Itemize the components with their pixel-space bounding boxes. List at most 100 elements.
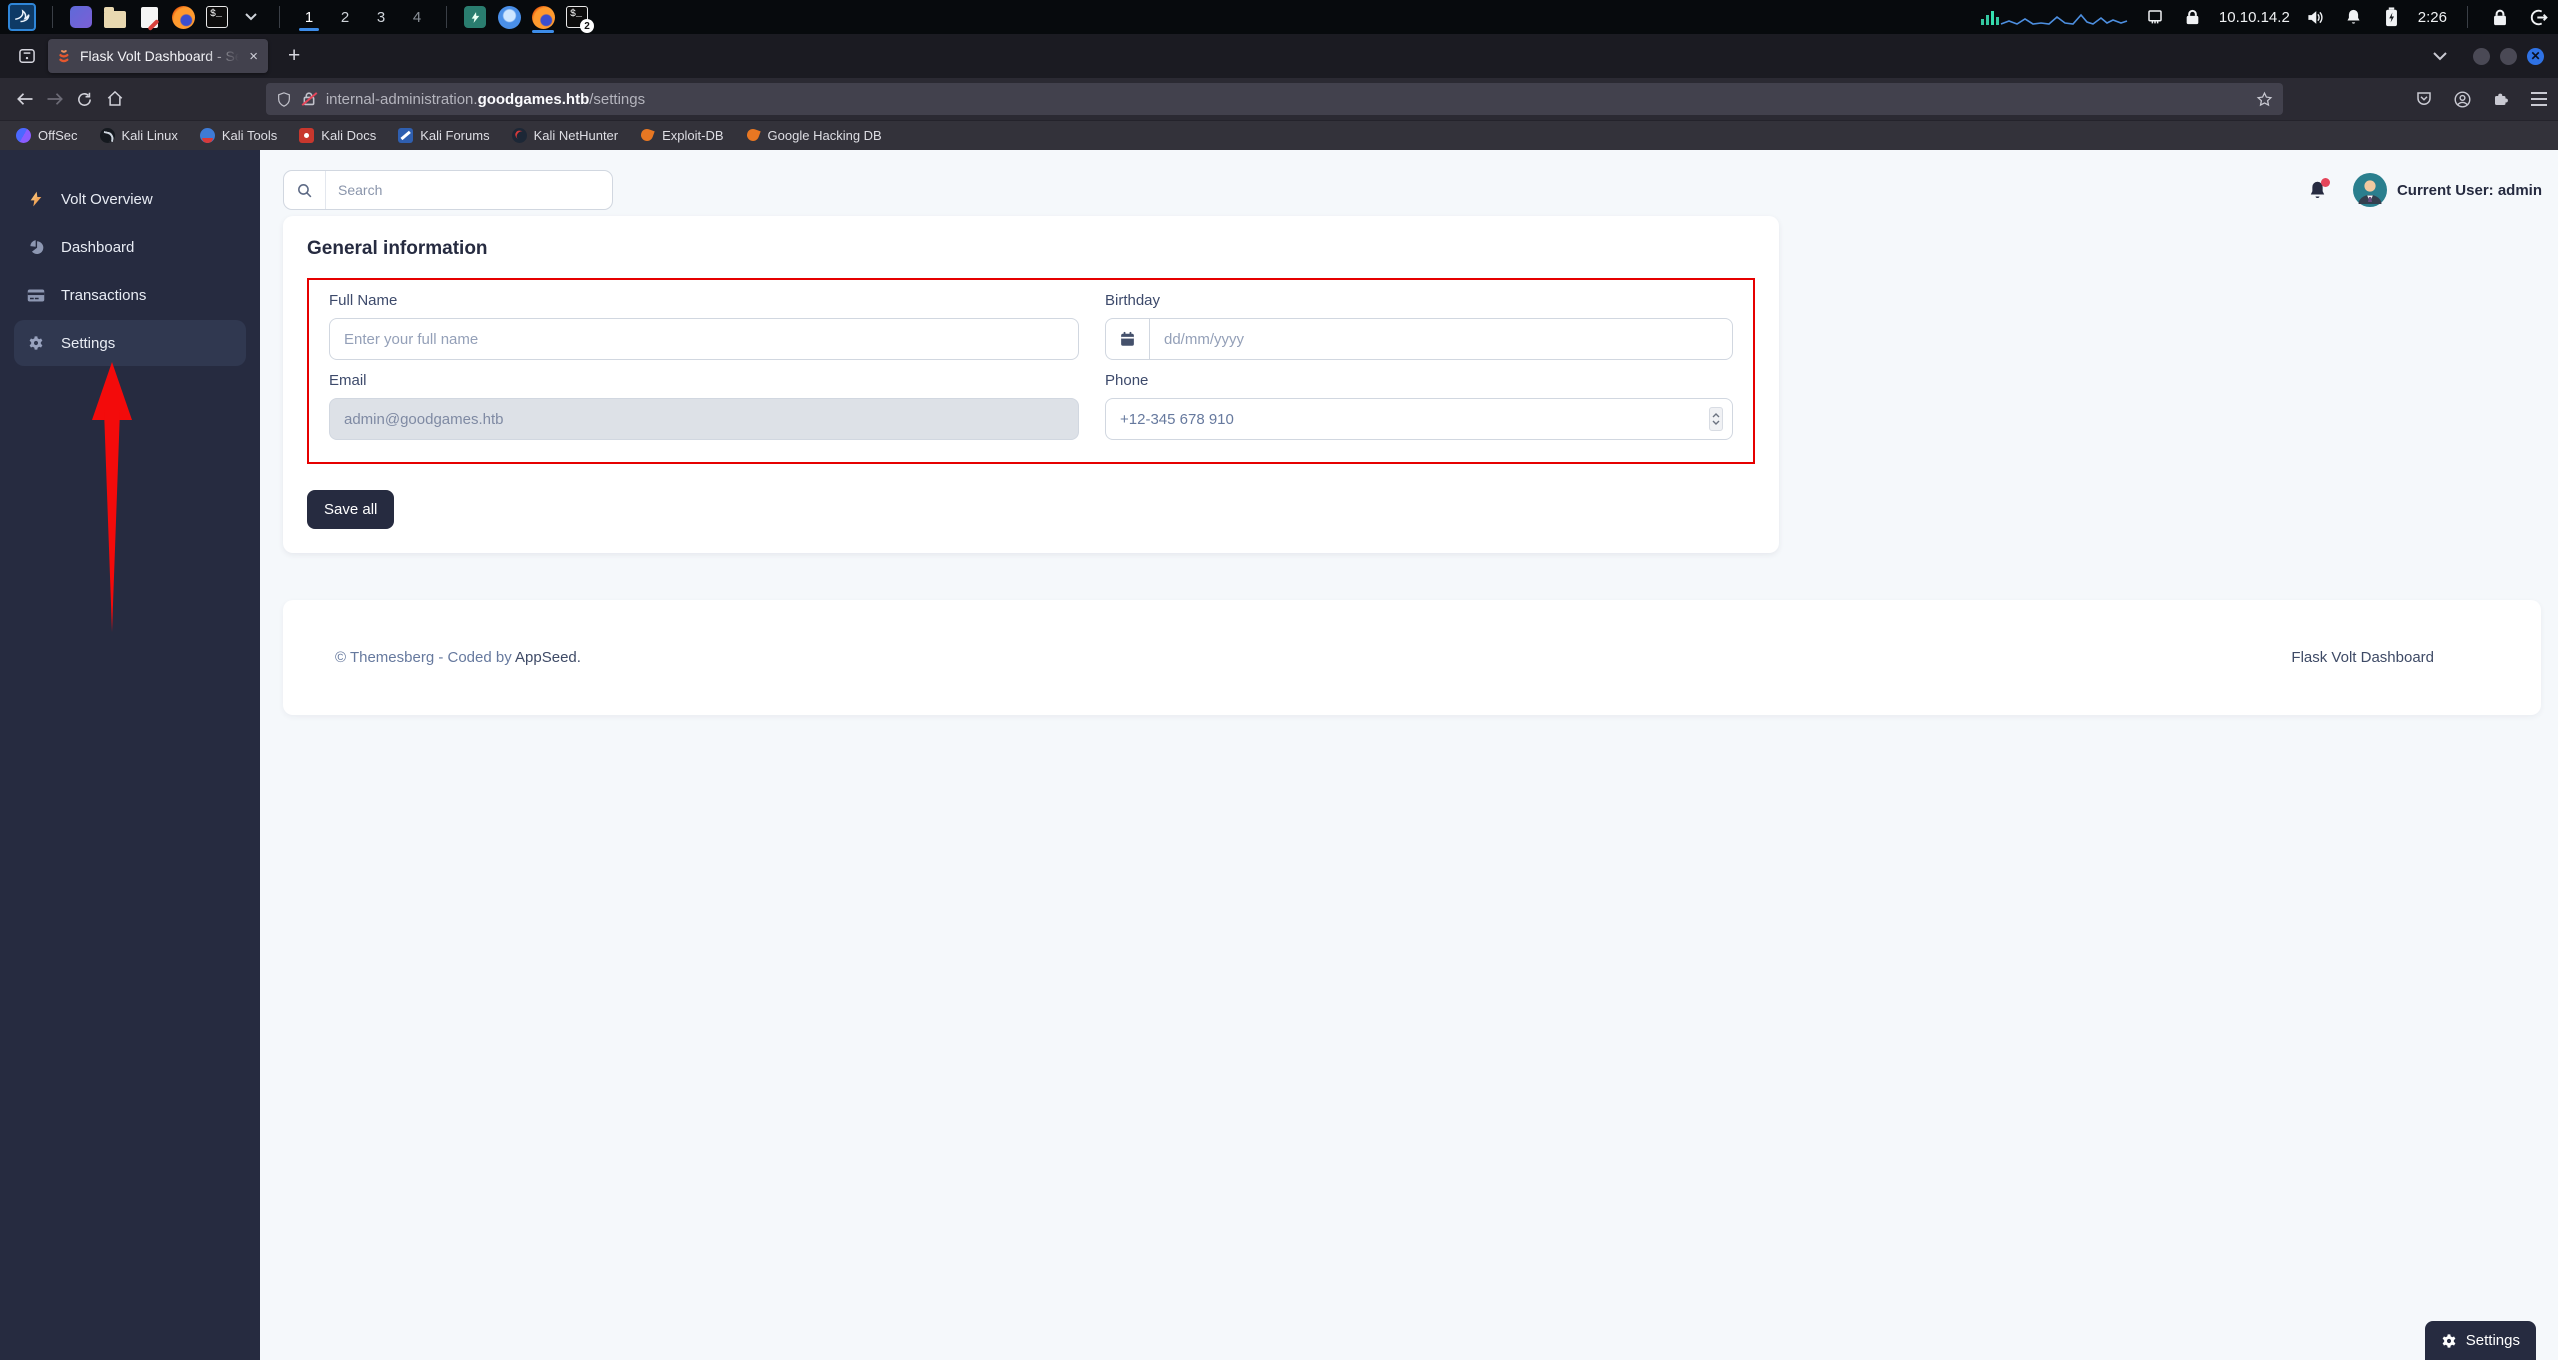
firefox-view-icon[interactable]: [12, 41, 42, 71]
clock[interactable]: 2:26: [2418, 9, 2447, 26]
bookmark-kali-forums[interactable]: Kali Forums: [398, 128, 490, 143]
terminal-window-icon[interactable]: $_ 2: [565, 5, 594, 33]
birthday-input[interactable]: [1150, 319, 1732, 359]
browser-nav-bar: internal-administration.goodgames.htb/se…: [0, 78, 2558, 120]
lock-screen-icon[interactable]: [2488, 5, 2512, 29]
logout-icon[interactable]: [2526, 5, 2550, 29]
terminal-icon[interactable]: $_: [205, 5, 229, 29]
divider: [2467, 6, 2468, 28]
workspace-2[interactable]: 2: [332, 3, 358, 31]
bookmark-kali-linux[interactable]: Kali Linux: [99, 128, 178, 143]
ip-address: 10.10.14.2: [2218, 8, 2290, 26]
divider: [446, 6, 447, 28]
sidebar-item-settings[interactable]: Settings: [14, 320, 246, 366]
extensions-icon[interactable]: [2492, 90, 2510, 108]
user-avatar[interactable]: [2352, 173, 2387, 207]
search-input[interactable]: [326, 182, 612, 198]
bookmark-kali-tools[interactable]: Kali Tools: [199, 128, 277, 143]
full-name-label: Full Name: [329, 292, 398, 309]
kali-forums-icon: [398, 128, 414, 143]
vpn-lock-icon[interactable]: [2181, 5, 2205, 29]
chromium-icon[interactable]: [497, 5, 521, 29]
full-name-input[interactable]: [330, 319, 1078, 359]
workspace-3[interactable]: 3: [368, 3, 394, 31]
kali-menu-icon[interactable]: [8, 3, 36, 31]
volt-favicon: [56, 48, 72, 64]
bookmark-exploit-db[interactable]: Exploit-DB: [640, 128, 723, 143]
list-all-tabs-icon[interactable]: [2433, 51, 2447, 61]
pie-chart-icon: [26, 239, 46, 256]
sidebar-item-label: Transactions: [61, 286, 147, 304]
general-information-card: General information Full Name Birthday: [283, 216, 1779, 553]
pocket-icon[interactable]: [2415, 90, 2433, 108]
kali-docs-icon: [299, 128, 315, 143]
maximize-button[interactable]: [2500, 47, 2517, 65]
sidebar-item-label: Volt Overview: [61, 190, 153, 208]
page-viewport: Volt Overview Dashboard Transactions Set…: [0, 150, 2558, 1360]
text-editor-icon[interactable]: [137, 5, 161, 29]
account-icon[interactable]: [2453, 90, 2472, 109]
system-taskbar: $_ 1 2 3 4 $_ 2 10.10.14.2 2:26: [0, 0, 2558, 34]
email-input: [330, 399, 1078, 439]
forward-icon[interactable]: [40, 84, 70, 114]
offsec-icon: [16, 128, 31, 143]
menu-hamburger-icon[interactable]: [2530, 92, 2548, 106]
page-footer: © Themesberg - Coded by AppSeed. Flask V…: [283, 600, 2541, 715]
tracking-shield-icon[interactable]: [276, 91, 292, 108]
email-label: Email: [329, 372, 367, 389]
notification-bell-icon[interactable]: [2308, 177, 2330, 201]
ethernet-icon[interactable]: [2143, 5, 2167, 29]
credit-card-icon: [26, 288, 46, 303]
phone-input[interactable]: [1106, 399, 1732, 439]
main-content: Current User: admin General information …: [260, 150, 2558, 1360]
kali-nethunter-icon: [511, 128, 527, 143]
workspace-1[interactable]: 1: [296, 3, 322, 31]
firefox-taskbar-icon[interactable]: [531, 5, 555, 33]
volume-icon[interactable]: [2304, 5, 2328, 29]
red-arrow-annotation: [92, 362, 132, 632]
url-text[interactable]: internal-administration.goodgames.htb/se…: [326, 91, 2246, 108]
appseed-link[interactable]: AppSeed.: [515, 649, 581, 666]
floating-settings-button[interactable]: Settings: [2424, 1321, 2536, 1360]
number-spinner[interactable]: [1709, 407, 1723, 431]
kali-linux-icon: [99, 128, 115, 143]
chevron-down-icon[interactable]: [239, 5, 263, 29]
firefox-icon[interactable]: [171, 5, 195, 29]
divider: [52, 6, 53, 28]
notifications-bell-icon[interactable]: [2342, 5, 2366, 29]
footer-brand-link[interactable]: Flask Volt Dashboard: [2291, 649, 2434, 666]
browser-tab[interactable]: Flask Volt Dashboard - Se ×: [48, 39, 268, 73]
workspace-4[interactable]: 4: [404, 3, 430, 31]
insecure-lock-icon[interactable]: [301, 91, 318, 107]
sidebar-item-label: Settings: [61, 334, 116, 352]
notification-dot: [2320, 177, 2330, 187]
bookmark-kali-nethunter[interactable]: Kali NetHunter: [511, 128, 618, 143]
bookmark-star-icon[interactable]: [2256, 91, 2273, 108]
search-icon: [284, 171, 326, 209]
power-app-icon[interactable]: [463, 5, 487, 29]
bookmark-kali-docs[interactable]: Kali Docs: [299, 128, 376, 143]
save-all-button[interactable]: Save all: [307, 490, 395, 529]
file-manager-icon[interactable]: [69, 5, 93, 29]
divider: [279, 6, 280, 28]
terminal-badge: 2: [580, 19, 594, 33]
sidebar-item-transactions[interactable]: Transactions: [14, 272, 246, 318]
bookmark-google-hacking-db[interactable]: Google Hacking DB: [746, 128, 882, 143]
red-annotation-box: Full Name Birthday: [307, 278, 1755, 464]
minimize-button[interactable]: [2473, 47, 2490, 65]
sidebar-item-volt-overview[interactable]: Volt Overview: [14, 176, 246, 222]
tab-close-icon[interactable]: ×: [247, 48, 260, 65]
folder-icon[interactable]: [103, 5, 127, 29]
new-tab-button[interactable]: +: [280, 44, 308, 68]
sidebar-item-dashboard[interactable]: Dashboard: [14, 224, 246, 270]
calendar-icon[interactable]: [1106, 319, 1150, 359]
battery-icon[interactable]: [2380, 5, 2404, 29]
back-icon[interactable]: [10, 84, 40, 114]
url-bar[interactable]: internal-administration.goodgames.htb/se…: [265, 83, 2283, 115]
copyright-text: © Themesberg - Coded by AppSeed.: [335, 649, 581, 666]
bookmark-offsec[interactable]: OffSec: [16, 128, 78, 143]
close-window-button[interactable]: ✕: [2527, 47, 2544, 65]
full-name-field: Full Name: [329, 292, 1079, 360]
home-icon[interactable]: [100, 84, 130, 114]
reload-icon[interactable]: [70, 84, 100, 114]
